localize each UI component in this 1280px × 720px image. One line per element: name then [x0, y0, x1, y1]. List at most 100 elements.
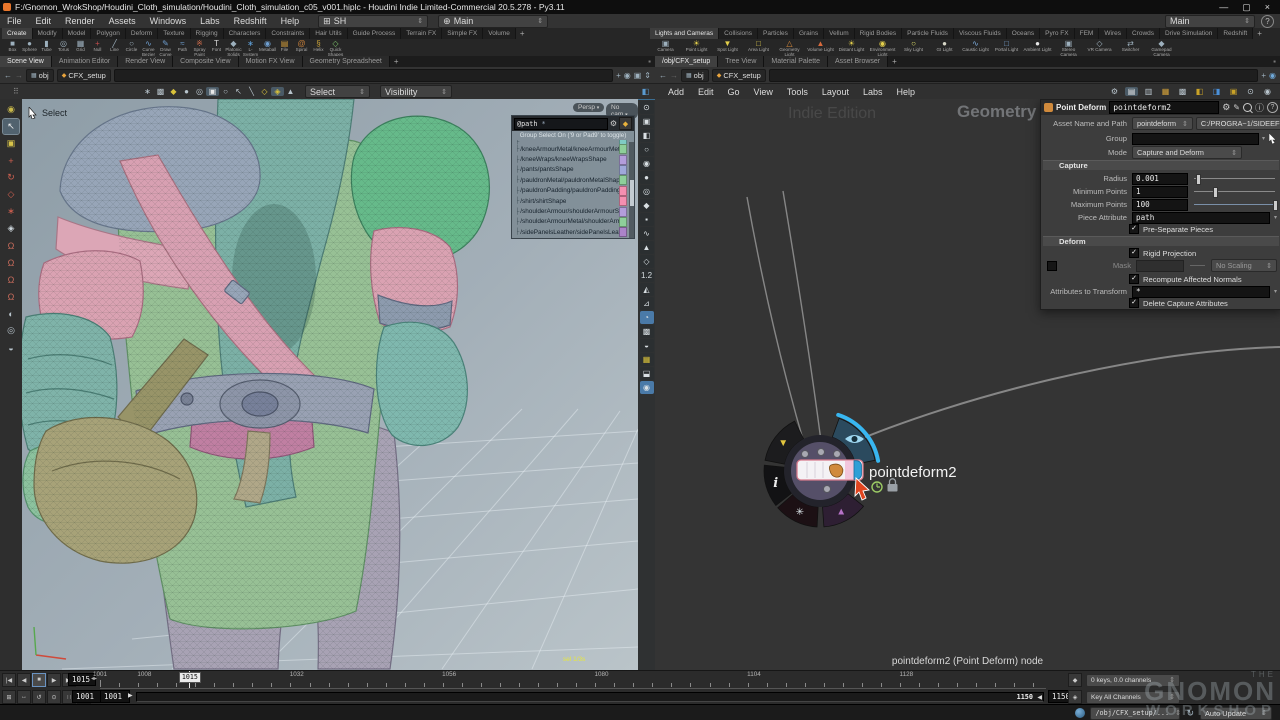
grid-toggle-icon[interactable]: ▩: [640, 325, 654, 338]
network-editor[interactable]: Indie Edition Geometry ▼i✳▲: [655, 99, 1280, 670]
tab-motion-fx-view[interactable]: Motion FX View: [239, 56, 303, 67]
menu-labs[interactable]: Labs: [193, 16, 227, 26]
viewport-layout-icon[interactable]: ◉: [640, 381, 654, 394]
shelf-tab-drive-simulation[interactable]: Drive Simulation: [1160, 28, 1218, 39]
tab-animation-editor[interactable]: Animation Editor: [52, 56, 118, 67]
rigid-projection-checkbox[interactable]: ✓: [1129, 248, 1139, 258]
range-end-marker[interactable]: ◀: [1037, 694, 1042, 701]
shelf-tool-point-light[interactable]: ☀Point Light: [681, 39, 712, 56]
path-obj-chip[interactable]: ▦obj: [26, 69, 54, 82]
shelf-tool-spot-light[interactable]: ▼Spot Light: [712, 39, 743, 56]
network-tools-icon[interactable]: ⚙: [1108, 87, 1121, 96]
realtime-toggle-icon[interactable]: ↔: [17, 690, 31, 704]
pose-tool-icon[interactable]: ∗: [3, 204, 19, 219]
shelf-tool-metaball[interactable]: ◉Metaball: [259, 39, 276, 56]
attrs-menu-arrow[interactable]: ▾: [1270, 288, 1280, 295]
shelf-tool-spiral[interactable]: @Spiral: [293, 39, 310, 56]
rotate-tool-icon[interactable]: ↻: [3, 170, 19, 185]
shelf-tab-model[interactable]: Model: [63, 28, 92, 39]
back-icon[interactable]: ←: [4, 71, 12, 80]
net-menu-go[interactable]: Go: [721, 87, 747, 97]
points-icon[interactable]: ◇: [640, 255, 654, 268]
desktop-selector[interactable]: ⊞ SH ⇕: [318, 15, 428, 28]
shelf-tool-helix[interactable]: §Helix: [310, 39, 327, 56]
display-options-icon[interactable]: ⊙: [640, 101, 654, 114]
shelf-tool-gi-light[interactable]: ●GI Light: [929, 39, 960, 56]
net-menu-tools[interactable]: Tools: [780, 87, 815, 97]
pre-separate-checkbox[interactable]: ✓: [1129, 224, 1139, 234]
tab-obj-cfx-setup[interactable]: /obj/CFX_setup: [655, 56, 718, 67]
net-menu-layout[interactable]: Layout: [815, 87, 856, 97]
select-lasso-icon[interactable]: ○: [219, 87, 232, 96]
translate-tool-icon[interactable]: +: [3, 153, 19, 168]
find-node-icon[interactable]: ◉: [1261, 87, 1274, 96]
refresh-icon[interactable]: ↻: [1186, 708, 1194, 719]
shelf-tool-camera[interactable]: ▣Camera: [650, 39, 681, 56]
reflections-icon[interactable]: ◎: [640, 185, 654, 198]
shelf-tab-guide-process[interactable]: Guide Process: [348, 28, 402, 39]
gear-icon[interactable]: ⚙: [610, 119, 617, 128]
select-arrow-icon[interactable]: [1268, 133, 1277, 144]
globe-icon[interactable]: [1075, 708, 1085, 718]
group-filter-input[interactable]: @path *: [514, 118, 608, 130]
background-image-icon[interactable]: ⬓: [640, 367, 654, 380]
loop-mode-icon[interactable]: ↺: [32, 690, 46, 704]
mask-scaling-dropdown[interactable]: No Scaling⇕: [1211, 259, 1277, 272]
shelf-tab-polygon[interactable]: Polygon: [91, 28, 126, 39]
pointdeform-node-body[interactable]: [797, 460, 863, 480]
shelf-tool-switcher[interactable]: ⇄Switcher: [1115, 39, 1146, 56]
menu-file[interactable]: File: [0, 16, 29, 26]
select-tool-icon[interactable]: ↖: [3, 119, 19, 134]
shelf-tab-rigging[interactable]: Rigging: [191, 28, 224, 39]
headlight-icon[interactable]: ○: [640, 143, 654, 156]
shelf-tab-vellum[interactable]: Vellum: [824, 28, 855, 39]
play-backward-button[interactable]: ◀: [17, 673, 31, 687]
shelf-tool-platonic-solids[interactable]: ◆Platonic Solids: [225, 39, 242, 56]
shelf-tab-simple-fx[interactable]: Simple FX: [442, 28, 483, 39]
net-path-obj-chip[interactable]: ▦obj: [681, 69, 709, 82]
menu-assets[interactable]: Assets: [102, 16, 143, 26]
shelf-tool-environment-light[interactable]: ◉Environment Light: [867, 39, 898, 56]
lock-camera-icon[interactable]: ◧: [640, 129, 654, 142]
min-points-field[interactable]: 1: [1132, 186, 1188, 198]
menu-windows[interactable]: Windows: [143, 16, 194, 26]
tab-add[interactable]: +: [888, 56, 901, 67]
shelf-tool-vr-camera[interactable]: ◇VR Camera: [1084, 39, 1115, 56]
range-start-field[interactable]: 1001: [100, 690, 130, 703]
shelf-tool-distant-light[interactable]: ☀Distant Light: [836, 39, 867, 56]
net-path-cfx-chip[interactable]: ◆CFX_setup: [712, 69, 766, 82]
shelf-tab-grains[interactable]: Grains: [794, 28, 824, 39]
net-menu-labs[interactable]: Labs: [856, 87, 890, 97]
net-menu-view[interactable]: View: [747, 87, 780, 97]
shelf-tab-create[interactable]: Create: [2, 28, 33, 39]
tab-composite-view[interactable]: Composite View: [173, 56, 238, 67]
path-field[interactable]: [114, 69, 613, 82]
radius-field[interactable]: 0.001: [1132, 173, 1188, 185]
camera-view-icon[interactable]: ▣: [640, 115, 654, 128]
shelf-tab-oceans[interactable]: Oceans: [1007, 28, 1040, 39]
shelf-tab-modify[interactable]: Modify: [33, 28, 63, 39]
shelf-tab-terrain-fx[interactable]: Terrain FX: [401, 28, 442, 39]
deform-section-header[interactable]: Deform: [1043, 236, 1279, 246]
tab-add[interactable]: +: [390, 56, 403, 67]
node-colors-icon[interactable]: ◨: [1210, 87, 1223, 96]
range-start-marker[interactable]: ▶: [128, 692, 133, 699]
shelf-tool-draw-curve[interactable]: ✎Draw Curve: [157, 39, 174, 56]
help-icon[interactable]: ?: [1267, 102, 1278, 113]
maximize-button[interactable]: ▢: [1242, 2, 1251, 13]
group-menu-arrow[interactable]: ▾: [1259, 135, 1268, 142]
shelf-tool-ambient-light[interactable]: ●Ambient Light: [1022, 39, 1053, 56]
go-to-start-button[interactable]: |◀: [2, 673, 16, 687]
net-forward-icon[interactable]: →: [670, 71, 678, 80]
snapshot-gallery-icon[interactable]: ▦: [640, 353, 654, 366]
scene-selector[interactable]: ⊕ Main ⇕: [438, 15, 548, 28]
scene-viewport[interactable]: Select Persp ▾ No cam ▾ @path * ⚙ ◆ Grou…: [22, 99, 638, 670]
shelf-tab-texture[interactable]: Texture: [158, 28, 190, 39]
tab-asset-browser[interactable]: Asset Browser: [828, 56, 888, 67]
shelf-tool-torus[interactable]: ◎Torus: [55, 39, 72, 56]
shelf-tab-crowds[interactable]: Crowds: [1127, 28, 1160, 39]
shelf-tab-redshift[interactable]: Redshift: [1218, 28, 1253, 39]
shelf-tool-circle[interactable]: ○Circle: [123, 39, 140, 56]
mode-dropdown[interactable]: Capture and Deform⇕: [1132, 146, 1242, 159]
shelf-tool-path[interactable]: ≈Path: [174, 39, 191, 56]
